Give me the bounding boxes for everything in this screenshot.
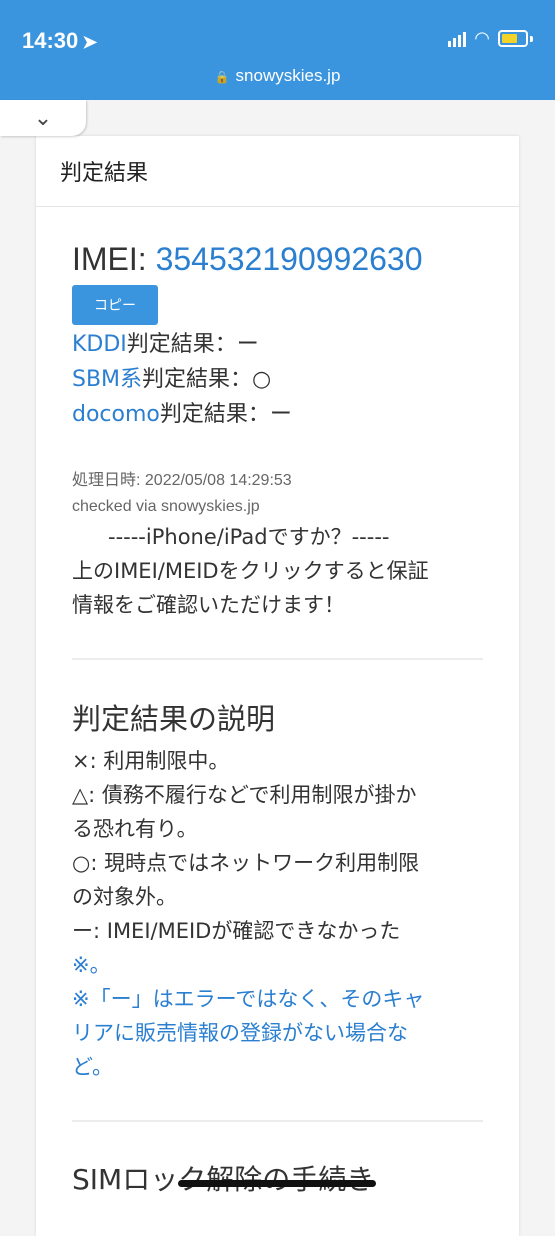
clock: 14:30 ➤ [22,28,97,54]
browser-status-bar: 14:30 ➤ ◠ 🔒 snowyskies.jp [0,0,555,100]
legend-item: る恐れ有り。 [72,817,198,841]
result-text: 判定結果：ー [159,402,292,427]
iphone-notice: -----iPhone/iPadですか？----- 上のIMEI/MEIDをクリ… [72,520,483,622]
legend-list: ×: 利用制限中。 △: 債務不履行などで利用制限が掛か る恐れ有り。 ○: 現… [72,744,483,1084]
clock-text: 14:30 [22,28,79,53]
sim-unlock-title: SIMロック解除の手続き [72,1158,483,1198]
result-text: 判定結果：○ [142,367,272,392]
legend-item: △: 債務不履行などで利用制限が掛か [72,783,417,807]
url-text: snowyskies.jp [235,66,341,85]
carrier-results: KDDI判定結果：ー SBM系判定結果：○ docomo判定結果：ー [72,327,483,432]
card-body: IMEI: 354532190992630 コピー KDDI判定結果：ー SBM… [36,207,519,1198]
home-indicator[interactable] [178,1180,376,1187]
result-row-sbm: SBM系判定結果：○ [72,362,483,397]
copy-button[interactable]: コピー [72,285,158,325]
legend-title: 判定結果の説明 [72,702,276,736]
section-divider [72,1120,483,1122]
iphone-notice-line: 上のIMEI/MEIDをクリックすると保証 [72,559,429,583]
chevron-down-icon: ⌄ [33,105,53,131]
legend-item: ×: 利用制限中。 [72,749,230,773]
card-header: 判定結果 [36,136,519,207]
check-metadata: 処理日時: 2022/05/08 14:29:53 checked via sn… [72,468,483,520]
legend-note: リアに販売情報の登録がない場合な [72,1021,408,1045]
result-text: 判定結果：ー [126,332,259,357]
legend-item: ○: 現時点ではネットワーク利用制限 [72,851,420,875]
legend-item: ー: IMEI/MEIDが確認できなかった [72,919,401,943]
processed-timestamp: 処理日時: 2022/05/08 14:29:53 [72,472,292,489]
legend-note-mark: ※。 [72,953,111,977]
collapse-toggle[interactable]: ⌄ [0,100,86,136]
result-row-docomo: docomo判定結果：ー [72,397,483,432]
carrier-link-docomo[interactable]: docomo [72,402,160,427]
checked-via-text: checked via snowyskies.jp [72,498,260,515]
carrier-link-sbm[interactable]: SBM系 [72,367,142,392]
carrier-link-kddi[interactable]: KDDI [72,332,127,357]
battery-icon [498,30,528,47]
imei-line: IMEI: 354532190992630 [72,237,483,281]
imei-link[interactable]: 354532190992630 [156,241,423,277]
battery-tip [530,35,533,42]
lock-icon: 🔒 [214,70,230,84]
wifi-icon: ◠ [474,27,490,49]
imei-label: IMEI: [72,241,156,277]
cellular-signal-icon [448,31,467,47]
result-row-kddi: KDDI判定結果：ー [72,327,483,362]
iphone-notice-heading: -----iPhone/iPadですか？----- [108,525,390,549]
legend-note: ※「ー」はエラーではなく、そのキャ [72,987,425,1011]
location-arrow-icon: ➤ [82,32,98,52]
legend-item: の対象外。 [72,885,177,909]
section-divider [72,658,483,660]
result-card: 判定結果 IMEI: 354532190992630 コピー KDDI判定結果：… [36,136,519,1236]
address-bar[interactable]: 🔒 snowyskies.jp [0,66,555,86]
iphone-notice-line: 情報をご確認いただけます！ [72,593,345,617]
legend-note: ど。 [72,1055,113,1079]
system-icons: ◠ [448,27,533,49]
